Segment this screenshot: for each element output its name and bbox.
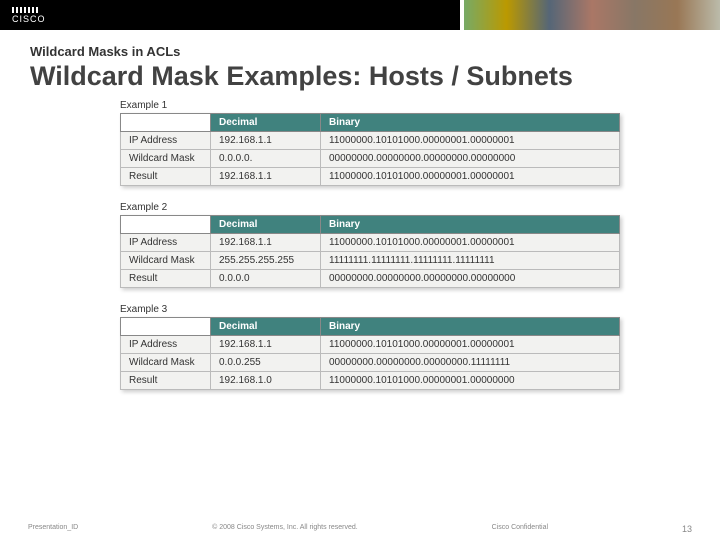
col-decimal: Decimal bbox=[211, 216, 321, 234]
col-binary: Binary bbox=[321, 216, 620, 234]
col-blank bbox=[121, 114, 211, 132]
cell: 00000000.00000000.00000000.11111111 bbox=[321, 354, 620, 372]
example-table: Decimal Binary IP Address 192.168.1.1 11… bbox=[120, 113, 620, 186]
col-binary: Binary bbox=[321, 114, 620, 132]
example-label: Example 2 bbox=[120, 202, 620, 213]
cell: 192.168.1.1 bbox=[211, 132, 321, 150]
footer-left: Presentation_ID bbox=[28, 524, 78, 534]
example-3: Example 3 Decimal Binary IP Address 192.… bbox=[120, 304, 620, 390]
example-1: Example 1 Decimal Binary IP Address 192.… bbox=[120, 100, 620, 186]
footer: Presentation_ID © 2008 Cisco Systems, In… bbox=[0, 524, 720, 534]
example-table: Decimal Binary IP Address 192.168.1.1 11… bbox=[120, 317, 620, 390]
cell: 192.168.1.1 bbox=[211, 234, 321, 252]
row-label-result: Result bbox=[121, 168, 211, 186]
cell: 192.168.1.1 bbox=[211, 336, 321, 354]
col-blank bbox=[121, 216, 211, 234]
col-blank bbox=[121, 318, 211, 336]
cell: 0.0.0.0. bbox=[211, 150, 321, 168]
header-photo-strip bbox=[460, 0, 720, 30]
cisco-logo: CISCO bbox=[0, 7, 46, 24]
cell: 255.255.255.255 bbox=[211, 252, 321, 270]
cell: 11000000.10101000.00000001.00000001 bbox=[321, 234, 620, 252]
col-binary: Binary bbox=[321, 318, 620, 336]
row-label-mask: Wildcard Mask bbox=[121, 252, 211, 270]
cell: 0.0.0.255 bbox=[211, 354, 321, 372]
footer-center: © 2008 Cisco Systems, Inc. All rights re… bbox=[212, 524, 358, 534]
cell: 0.0.0.0 bbox=[211, 270, 321, 288]
row-label-result: Result bbox=[121, 270, 211, 288]
section-label: Wildcard Masks in ACLs bbox=[0, 30, 720, 59]
example-table: Decimal Binary IP Address 192.168.1.1 11… bbox=[120, 215, 620, 288]
top-bar: CISCO bbox=[0, 0, 720, 30]
cell: 11000000.10101000.00000001.00000001 bbox=[321, 168, 620, 186]
cell: 11000000.10101000.00000001.00000001 bbox=[321, 132, 620, 150]
page-title: Wildcard Mask Examples: Hosts / Subnets bbox=[0, 59, 720, 100]
logo-text: CISCO bbox=[12, 14, 46, 24]
row-label-ip: IP Address bbox=[121, 234, 211, 252]
cell: 192.168.1.0 bbox=[211, 372, 321, 390]
example-2: Example 2 Decimal Binary IP Address 192.… bbox=[120, 202, 620, 288]
row-label-mask: Wildcard Mask bbox=[121, 354, 211, 372]
cell: 192.168.1.1 bbox=[211, 168, 321, 186]
footer-right: Cisco Confidential bbox=[492, 524, 548, 534]
row-label-ip: IP Address bbox=[121, 336, 211, 354]
example-label: Example 1 bbox=[120, 100, 620, 111]
examples-container: Example 1 Decimal Binary IP Address 192.… bbox=[0, 100, 720, 390]
cell: 00000000.00000000.00000000.00000000 bbox=[321, 150, 620, 168]
cell: 11000000.10101000.00000001.00000001 bbox=[321, 336, 620, 354]
cell: 11000000.10101000.00000001.00000000 bbox=[321, 372, 620, 390]
row-label-mask: Wildcard Mask bbox=[121, 150, 211, 168]
page-number: 13 bbox=[682, 524, 692, 534]
row-label-result: Result bbox=[121, 372, 211, 390]
cell: 11111111.11111111.11111111.11111111 bbox=[321, 252, 620, 270]
row-label-ip: IP Address bbox=[121, 132, 211, 150]
col-decimal: Decimal bbox=[211, 114, 321, 132]
col-decimal: Decimal bbox=[211, 318, 321, 336]
example-label: Example 3 bbox=[120, 304, 620, 315]
cell: 00000000.00000000.00000000.00000000 bbox=[321, 270, 620, 288]
